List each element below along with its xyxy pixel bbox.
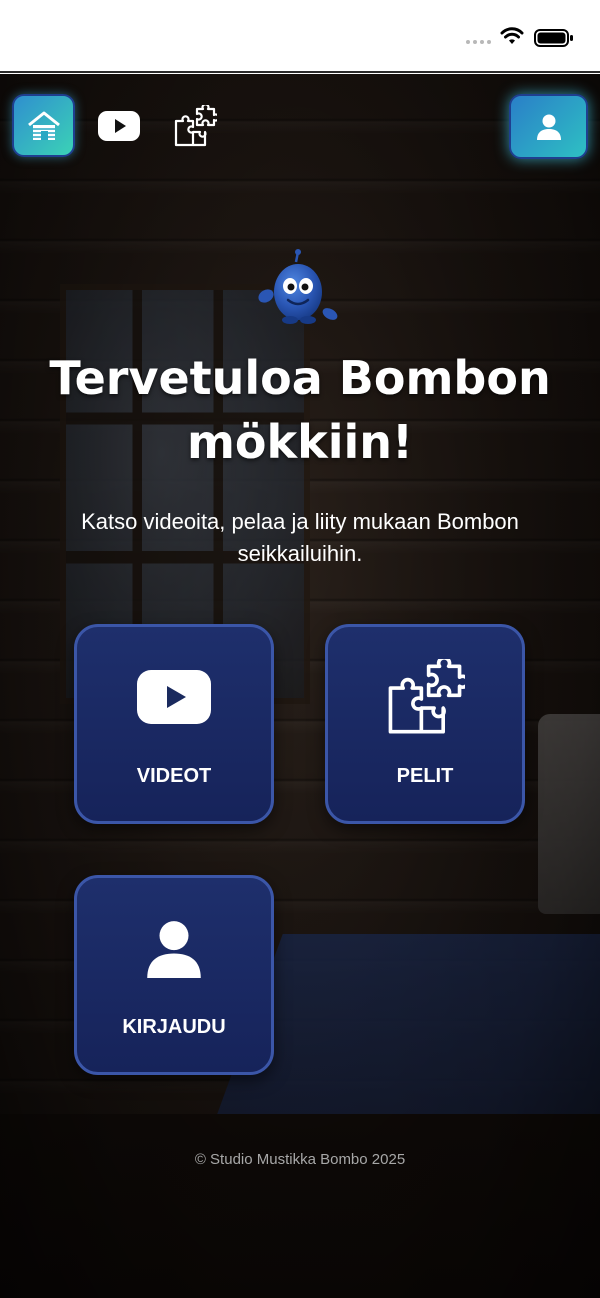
profile-button[interactable] — [509, 94, 588, 159]
puzzle-icon — [174, 103, 220, 147]
videos-nav-button[interactable] — [97, 110, 141, 147]
user-icon — [536, 114, 561, 140]
youtube-icon — [137, 670, 211, 724]
page-subtitle: Katso videoita, pelaa ja liity mukaan Bo… — [81, 509, 519, 566]
puzzle-icon — [388, 659, 465, 734]
signal-dots-icon — [466, 40, 491, 44]
battery-icon — [534, 29, 573, 47]
app-screen: Tervetuloa Bombon mökkiin! Katso videoit… — [0, 74, 600, 1298]
user-icon — [147, 921, 201, 978]
videos-card-label: VIDEOT — [136, 765, 212, 787]
page-title: Tervetuloa Bombon mökkiin! — [49, 351, 551, 469]
login-card-button[interactable]: KIRJAUDU — [74, 875, 274, 1075]
footer-copyright: © Studio Mustikka Bombo 2025 — [194, 1151, 406, 1168]
cabin-home-icon — [27, 111, 60, 140]
youtube-icon — [98, 111, 140, 141]
status-bar — [0, 0, 600, 73]
games-nav-button[interactable] — [173, 103, 220, 154]
home-button[interactable] — [12, 94, 75, 157]
games-card-label: PELIT — [396, 765, 454, 787]
wifi-icon — [500, 27, 524, 44]
bombo-mascot-icon — [252, 248, 344, 337]
login-card-label: KIRJAUDU — [122, 1016, 226, 1038]
games-card-button[interactable]: PELIT — [325, 624, 525, 824]
videos-card-button[interactable]: VIDEOT — [74, 624, 274, 824]
